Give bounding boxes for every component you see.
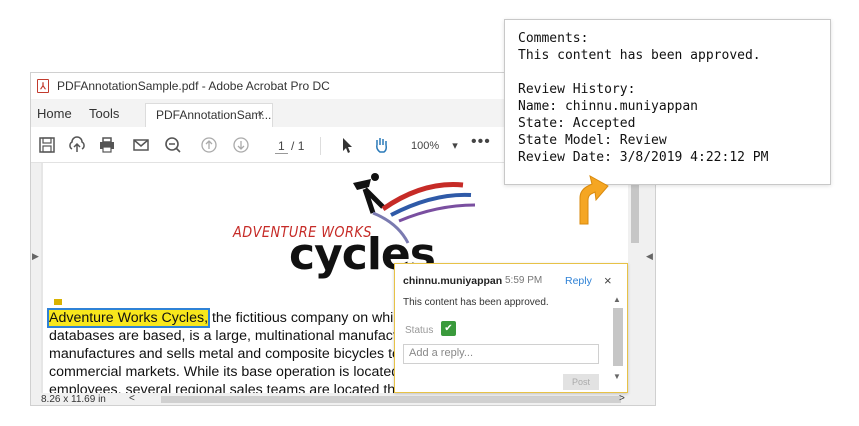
pdf-file-icon: ⅄ [37, 79, 49, 93]
highlight-annotation[interactable]: Adventure Works Cycles, [46, 308, 211, 328]
page-total: / 1 [291, 139, 305, 153]
chevron-down-icon: ▾ [452, 140, 458, 152]
window-title: PDFAnnotationSample.pdf - Adobe Acrobat … [57, 79, 330, 93]
zoom-out-icon[interactable] [163, 135, 183, 155]
horizontal-scrollbar[interactable] [161, 396, 621, 403]
save-icon[interactable] [37, 135, 57, 155]
pointer-icon[interactable] [337, 135, 357, 155]
upload-icon[interactable] [67, 135, 87, 155]
tooltip-line: Comments: [518, 31, 589, 46]
comment-popup: chinnu.muniyappan 5:59 PM Reply × This c… [394, 263, 628, 393]
close-tab-icon[interactable]: × [258, 108, 264, 120]
status-bar: 8.26 x 11.69 in < > [31, 393, 655, 405]
expand-left-panel-icon[interactable]: ▶ [32, 251, 39, 262]
left-panel-strip: ▶ [31, 163, 41, 393]
page-down-icon[interactable] [231, 135, 251, 155]
scroll-down-icon[interactable]: ▼ [613, 372, 621, 381]
toolbar-divider [320, 137, 321, 155]
comment-text: This content has been approved. [403, 297, 549, 308]
comment-author: chinnu.muniyappan [403, 275, 503, 287]
tooltip-line: Name: chinnu.muniyappan [518, 99, 699, 114]
page-number-input[interactable]: 1 [275, 139, 288, 154]
review-history-tooltip: Comments: This content has been approved… [504, 19, 831, 185]
reply-link[interactable]: Reply [565, 275, 592, 287]
page-up-icon[interactable] [199, 135, 219, 155]
scroll-left-icon[interactable]: < [129, 393, 135, 404]
page-indicator: 1 / 1 [275, 139, 305, 154]
scroll-right-icon[interactable]: > [619, 393, 625, 404]
tooltip-line: Review History: [518, 82, 636, 97]
tooltip-line: This content has been approved. [518, 48, 761, 63]
expand-right-panel-icon[interactable]: ◀ [646, 251, 653, 262]
popup-scroll-thumb[interactable] [613, 308, 623, 366]
callout-arrow-icon [579, 175, 609, 225]
print-icon[interactable] [97, 135, 117, 155]
hand-icon[interactable] [371, 135, 391, 155]
zoom-select[interactable]: 100% ▾ [411, 139, 458, 152]
reply-input[interactable]: Add a reply... [403, 344, 599, 364]
close-comment-icon[interactable]: × [604, 273, 612, 288]
page-size-label: 8.26 x 11.69 in [41, 394, 106, 405]
tab-home[interactable]: Home [37, 106, 72, 121]
note-marker-icon[interactable] [54, 299, 62, 305]
mail-icon[interactable] [131, 135, 151, 155]
scroll-up-icon[interactable]: ▲ [613, 295, 621, 304]
comment-time: 5:59 PM [505, 275, 543, 286]
thumbs-up-icon[interactable]: ✔ [441, 321, 456, 336]
tab-document[interactable]: PDFAnnotationSam... × [145, 103, 273, 127]
status-label: Status [405, 325, 434, 336]
zoom-value: 100% [411, 140, 440, 152]
tab-tools[interactable]: Tools [89, 106, 119, 121]
tab-document-label: PDFAnnotationSam... [156, 108, 272, 122]
post-button[interactable]: Post [563, 374, 599, 390]
tooltip-line: State: Accepted [518, 116, 636, 131]
right-panel-strip: ◀ [642, 163, 655, 393]
tooltip-line: Review Date: 3/8/2019 4:22:12 PM [518, 150, 769, 165]
more-tools-button[interactable]: ••• [471, 133, 491, 151]
tooltip-line: State Model: Review [518, 133, 667, 148]
